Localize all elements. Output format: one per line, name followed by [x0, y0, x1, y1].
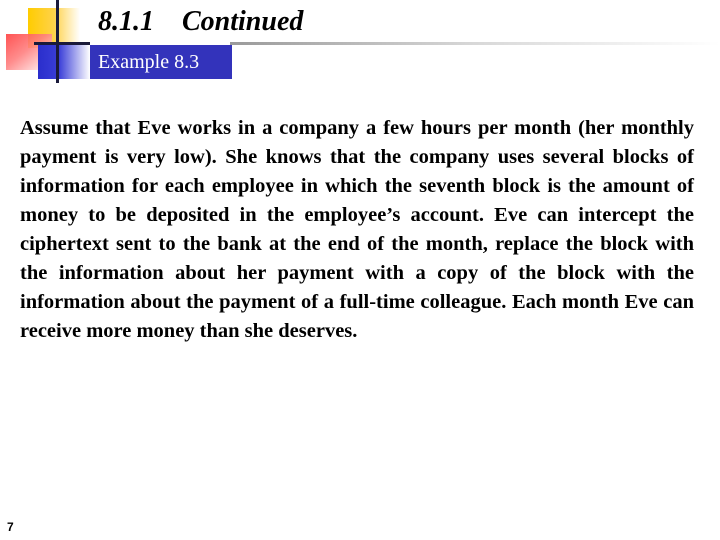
section-title: 8.1.1 Continued	[98, 6, 304, 37]
title-rule	[230, 42, 720, 45]
example-label: Example 8.3	[90, 45, 232, 79]
horizontal-line	[34, 42, 90, 45]
decorative-logo-graphic	[0, 0, 100, 90]
body-paragraph: Assume that Eve works in a company a few…	[20, 117, 694, 342]
page-number: 7	[7, 520, 14, 534]
blue-square	[38, 43, 90, 79]
